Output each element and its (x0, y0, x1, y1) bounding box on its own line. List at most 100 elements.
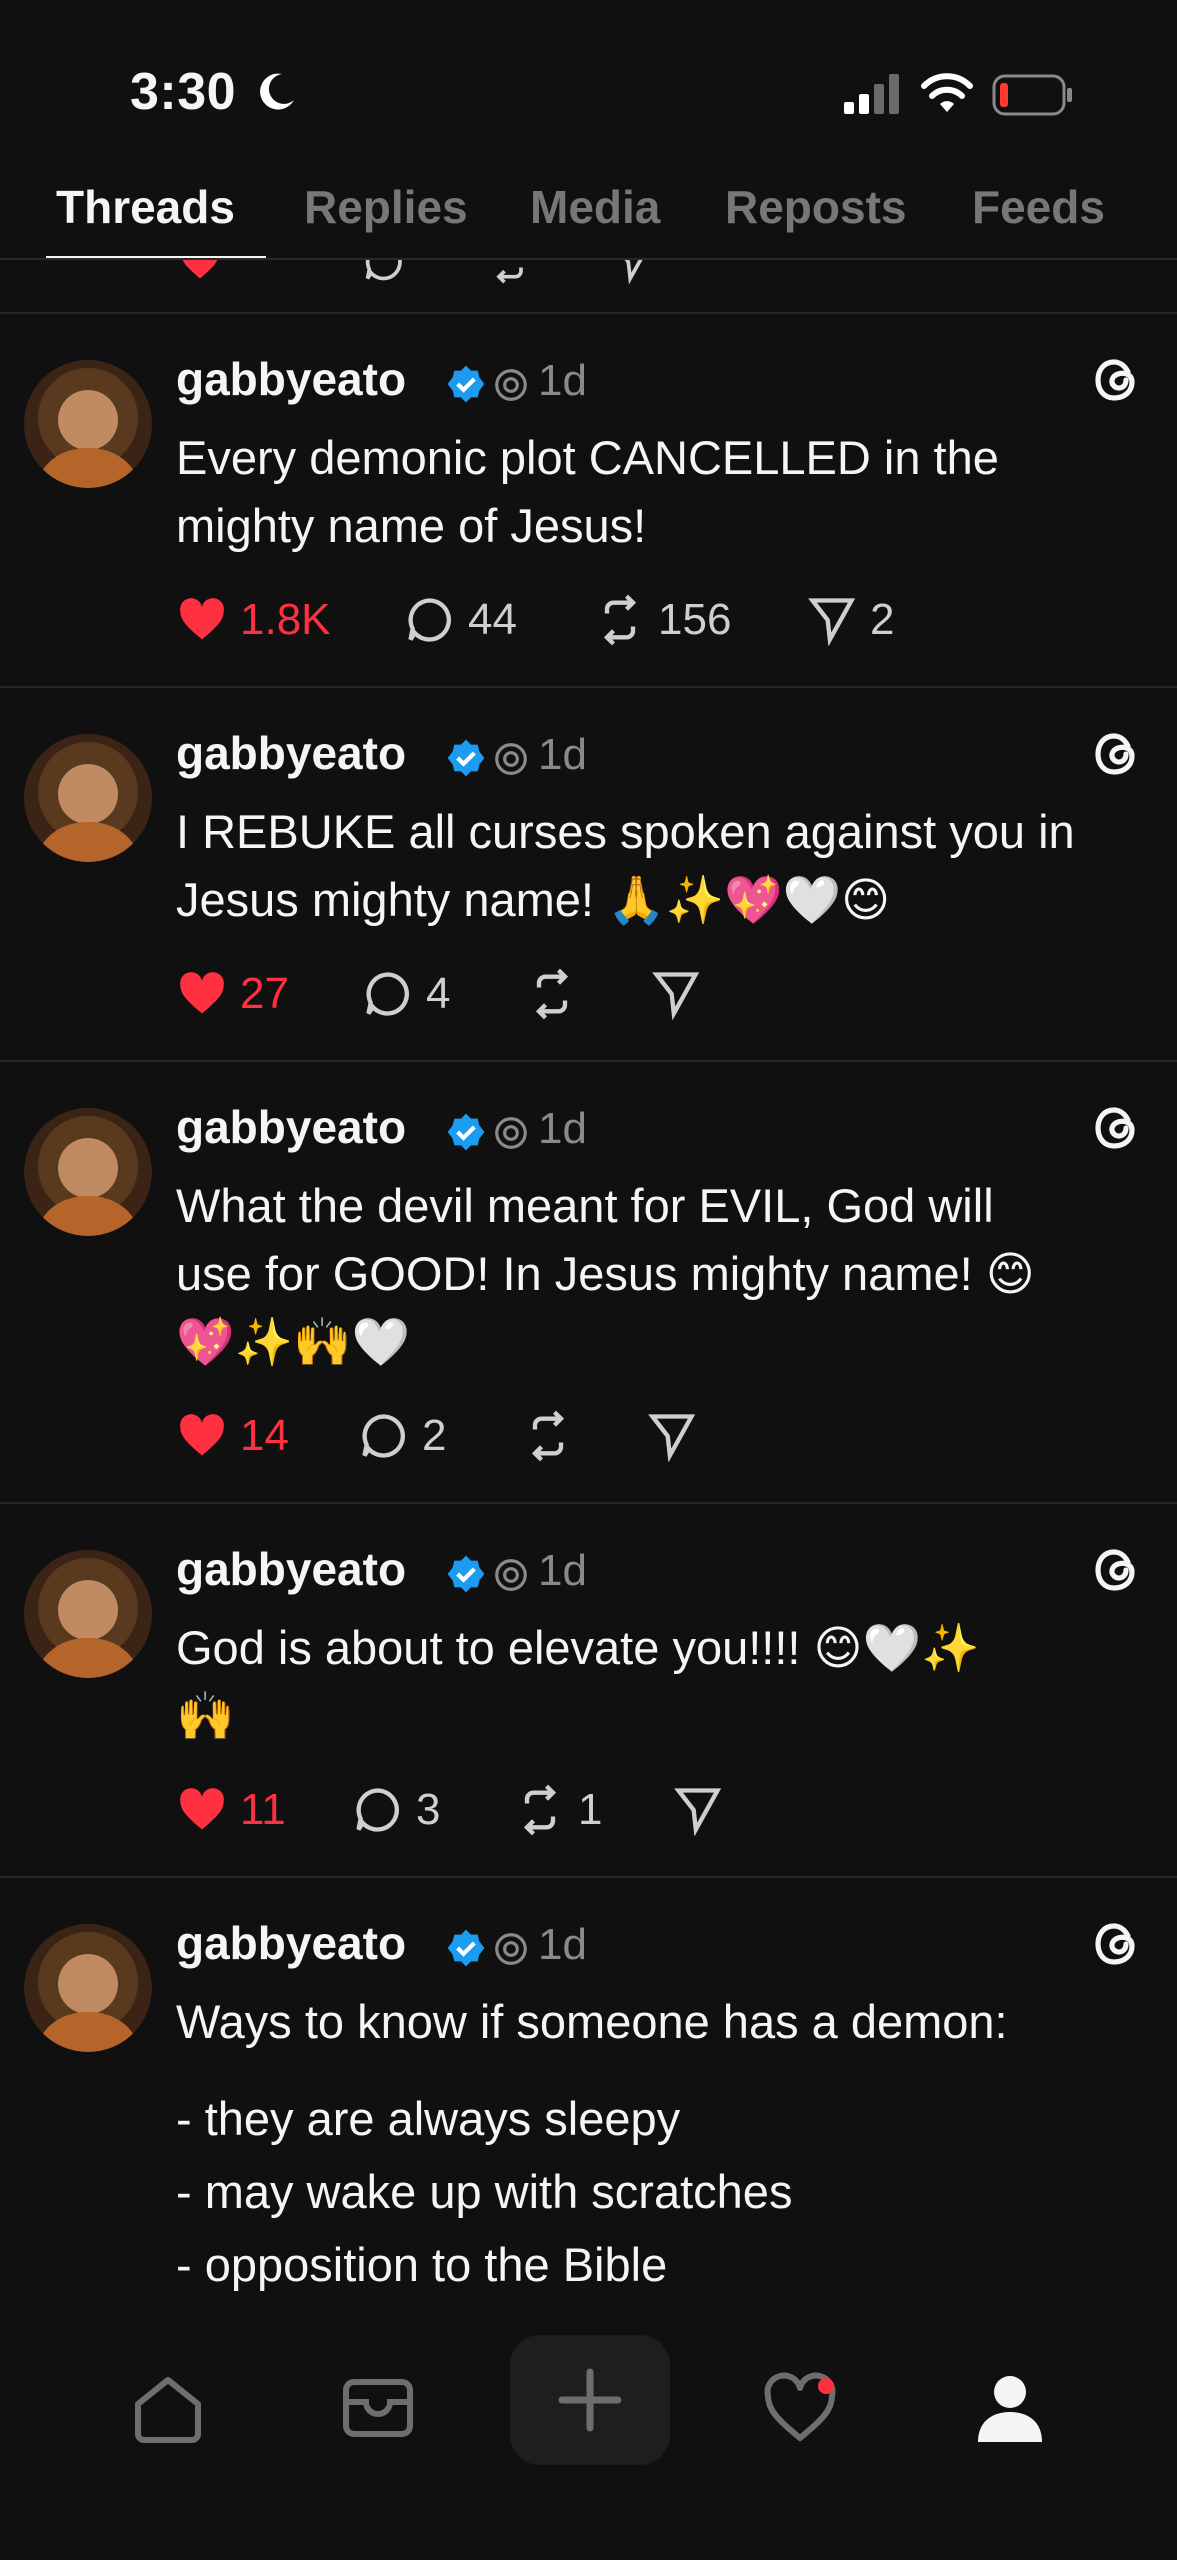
share-button[interactable] (650, 964, 714, 1024)
post-username[interactable]: gabbyeato (176, 352, 406, 406)
reply-button[interactable]: 44 (404, 590, 517, 650)
avatar[interactable] (24, 734, 152, 862)
avatar[interactable] (24, 1924, 152, 2052)
post-username[interactable]: gabbyeato (176, 1542, 406, 1596)
avatar[interactable] (24, 1108, 152, 1236)
thread-post[interactable]: gabbyeato 1d I REBUKE all curses spoken … (0, 688, 1177, 1060)
repost-icon (535, 968, 569, 1020)
tab-feeds[interactable]: Feeds (972, 180, 1105, 234)
reply-count: 44 (468, 595, 517, 644)
avatar-photo (24, 1108, 152, 1236)
avatar-photo (24, 360, 152, 488)
repost-button[interactable]: 1 (514, 1780, 602, 1840)
threads-logo-icon[interactable] (1092, 1102, 1140, 1154)
post-username[interactable]: gabbyeato (176, 1100, 406, 1154)
post-username[interactable]: gabbyeato (176, 726, 406, 780)
heart-icon (180, 598, 224, 640)
post-text-line: I REBUKE all curses spoken against you i… (176, 805, 1075, 858)
repost-count: 1 (578, 1785, 603, 1834)
post-text: God is about to elevate you!!!! 😊🤍✨ 🙌 (176, 1614, 1136, 1750)
post-time: 1d (538, 1546, 587, 1595)
threads-logo-icon[interactable] (1092, 354, 1140, 406)
reply-count: 3 (416, 1785, 441, 1834)
unlisted-icon (495, 1559, 527, 1591)
post-list: - they are always sleepy - may wake up w… (176, 2082, 1136, 2301)
post-time: 1d (538, 356, 587, 405)
repost-icon (603, 594, 637, 646)
previous-post-actions-peek (0, 260, 1177, 314)
tab-threads[interactable]: Threads (56, 180, 235, 234)
battery-low-icon (992, 74, 1072, 116)
unlisted-icon (495, 1117, 527, 1149)
share-icon (648, 1414, 696, 1462)
avatar-photo (24, 1550, 152, 1678)
repost-button[interactable] (522, 1406, 586, 1466)
post-text-line: God is about to elevate you!!!! 😊🤍✨ (176, 1621, 980, 1674)
status-time: 3:30 (130, 63, 237, 121)
reply-count: 2 (422, 1411, 447, 1460)
profile-icon[interactable] (970, 2368, 1050, 2448)
post-text-line: Every demonic plot CANCELLED in the (176, 431, 999, 484)
threads-logo-icon[interactable] (1092, 1544, 1140, 1596)
post-actions: 11 3 1 (176, 1780, 736, 1840)
share-icon (624, 260, 643, 284)
heart-icon (182, 260, 218, 279)
notification-dot (818, 2378, 834, 2394)
post-time: 1d (538, 730, 587, 779)
post-text-line: use for GOOD! In Jesus mighty name! 😊 (176, 1247, 1035, 1300)
tab-reposts[interactable]: Reposts (725, 180, 906, 234)
post-text-line: 💖✨🙌🤍 (176, 1315, 411, 1368)
avatar-photo (24, 1924, 152, 2052)
reply-button[interactable]: 4 (362, 964, 450, 1024)
reply-icon (365, 260, 402, 281)
avatar[interactable] (24, 360, 152, 488)
inbox-icon[interactable] (338, 2368, 418, 2448)
avatar[interactable] (24, 1550, 152, 1678)
share-button[interactable]: 2 (806, 590, 894, 650)
post-text-line: What the devil meant for EVIL, God will (176, 1179, 994, 1232)
profile-tabs: Threads Replies Media Reposts Feeds (0, 170, 1177, 260)
share-button[interactable] (672, 1780, 736, 1840)
share-button[interactable] (646, 1406, 710, 1466)
like-button[interactable]: 11 (176, 1780, 286, 1840)
post-text-line: Ways to know if someone has a demon: (176, 1995, 1008, 2048)
post-actions: 14 2 (176, 1406, 736, 1466)
status-bar: 3:30 (0, 0, 1177, 180)
post-username[interactable]: gabbyeato (176, 1916, 406, 1970)
unlisted-icon (495, 1933, 527, 1965)
post-text: I REBUKE all curses spoken against you i… (176, 798, 1136, 934)
unlisted-icon (495, 369, 527, 401)
thread-post[interactable]: gabbyeato 1d God is about to elevate you… (0, 1504, 1177, 1876)
share-icon (808, 598, 856, 646)
threads-logo-icon[interactable] (1092, 728, 1140, 780)
compose-button[interactable] (510, 2335, 670, 2465)
tab-replies[interactable]: Replies (304, 180, 468, 234)
avatar-photo (24, 734, 152, 862)
threads-logo-icon[interactable] (1092, 1918, 1140, 1970)
reply-button[interactable]: 3 (352, 1780, 440, 1840)
like-button[interactable]: 27 (176, 964, 289, 1024)
post-text: Every demonic plot CANCELLED in the migh… (176, 424, 1136, 560)
post-text-line: 🙌 (176, 1689, 235, 1742)
share-icon (674, 1788, 722, 1836)
home-icon[interactable] (128, 2368, 208, 2448)
like-count: 1.8K (240, 595, 331, 644)
repost-button[interactable] (526, 964, 590, 1024)
verified-badge-icon (447, 365, 485, 403)
like-button[interactable]: 14 (176, 1406, 289, 1466)
repost-count: 156 (658, 595, 732, 644)
heart-icon (180, 1414, 224, 1456)
thread-post[interactable]: gabbyeato 1d What the devil meant for EV… (0, 1062, 1177, 1502)
thread-post[interactable]: gabbyeato 1d Ways to know if someone has… (0, 1878, 1177, 2300)
reply-icon (366, 972, 410, 1016)
post-time: 1d (538, 1104, 587, 1153)
verified-badge-icon (447, 1555, 485, 1593)
repost-icon (531, 1410, 565, 1462)
tab-media[interactable]: Media (530, 180, 660, 234)
repost-button[interactable]: 156 (594, 590, 731, 650)
like-count: 11 (240, 1785, 286, 1834)
like-button[interactable]: 1.8K (176, 590, 331, 650)
reply-button[interactable]: 2 (358, 1406, 446, 1466)
reply-icon (356, 1788, 400, 1832)
thread-post[interactable]: gabbyeato 1d Every demonic plot CANCELLE… (0, 314, 1177, 686)
